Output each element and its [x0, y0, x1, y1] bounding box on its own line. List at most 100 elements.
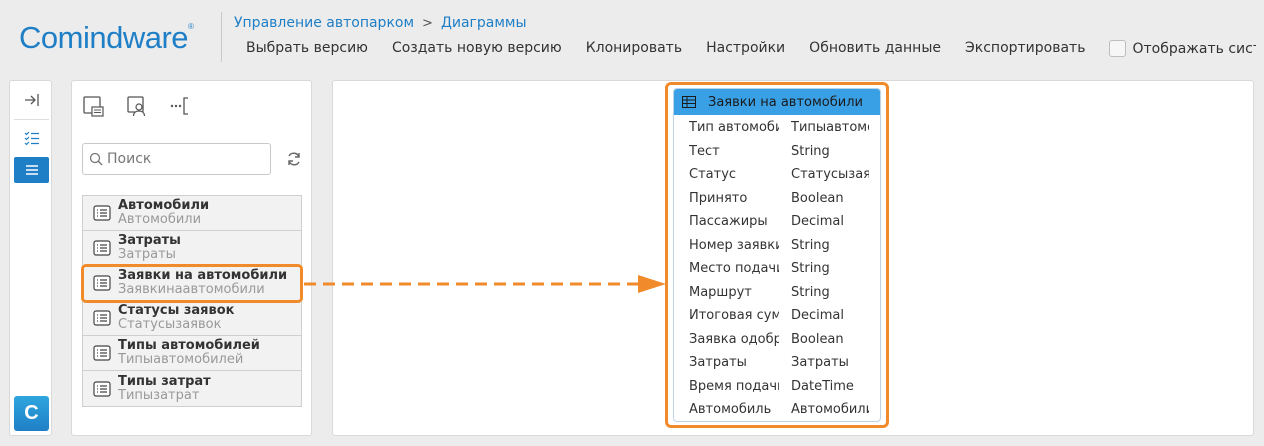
field-row[interactable]: Заявка одобрена Boolean	[674, 329, 880, 352]
entity-alias: Затраты	[118, 247, 176, 262]
field-row[interactable]: Тест String	[674, 141, 880, 164]
table-icon	[682, 96, 696, 108]
field-type: String	[791, 237, 830, 253]
field-name: Затраты	[689, 355, 747, 370]
entity-name: Статусы заявок	[118, 303, 235, 318]
show-system-toggle[interactable]: Отображать системные и	[1109, 40, 1256, 57]
card-header[interactable]: Заявки на автомобили	[674, 89, 880, 115]
diagram-entity-card[interactable]: Заявки на автомобили Тип автомобиля Типыа…	[673, 88, 881, 422]
dots-bracket-icon	[170, 97, 188, 115]
expand-collapse-button[interactable]	[168, 93, 194, 119]
checklist-icon	[24, 131, 39, 145]
field-name: Место подачи	[689, 261, 779, 276]
field-type: Статусызаявок	[791, 167, 869, 182]
comindware-app-button[interactable]: C	[14, 396, 49, 431]
entity-name: Автомобили	[118, 198, 210, 213]
arrow-to-right-icon	[24, 94, 39, 106]
hamburger-list-icon	[25, 165, 38, 175]
field-name: Статус	[689, 167, 737, 182]
app-logo: Comindware®	[19, 20, 194, 55]
field-type: Автомобили	[791, 402, 869, 417]
field-type: Типыавтомобилей	[791, 120, 869, 135]
field-row[interactable]: Итоговая сумма Decimal	[674, 305, 880, 328]
clone-button[interactable]: Клонировать	[586, 40, 682, 57]
entity-list: Автомобили Автомобили Затраты Затраты Заяв…	[81, 195, 303, 407]
add-template-button[interactable]	[80, 93, 106, 119]
entity-name: Затраты	[118, 233, 181, 248]
callout-arrow	[304, 275, 666, 293]
add-account-template-button[interactable]	[124, 93, 150, 119]
breadcrumb-current[interactable]: Диаграммы	[441, 15, 527, 31]
refresh-data-button[interactable]: Обновить данные	[809, 40, 941, 57]
user-template-icon	[127, 96, 146, 117]
field-row[interactable]: Место подачи String	[674, 258, 880, 281]
refresh-button[interactable]	[284, 149, 304, 169]
field-name: Автомобиль	[689, 402, 772, 417]
field-name: Номер заявки	[689, 237, 779, 253]
field-row[interactable]: Затраты Затраты	[674, 352, 880, 375]
field-name: Время подачи	[689, 378, 779, 394]
list-view-button[interactable]	[14, 157, 49, 183]
field-row[interactable]: Принято Boolean	[674, 188, 880, 211]
export-button[interactable]: Экспортировать	[965, 40, 1085, 57]
entity-item[interactable]: Статусы заявок Статусызаявок	[83, 301, 301, 336]
entity-name: Типы затрат	[118, 373, 211, 389]
field-type: Boolean	[791, 190, 844, 206]
entity-item[interactable]: Типы затрат Типызатрат	[83, 371, 301, 406]
entity-alias: Заявкинаавтомобили	[118, 282, 265, 297]
entity-alias: Автомобили	[118, 212, 202, 227]
entity-item[interactable]: Затраты Затраты	[83, 231, 301, 266]
refresh-icon	[288, 152, 300, 166]
create-version-button[interactable]: Создать новую версию	[392, 40, 562, 57]
entity-alias: Типызатрат	[118, 387, 200, 403]
header-divider	[221, 12, 222, 62]
panel-toolbar	[80, 93, 194, 119]
breadcrumb-separator: >	[422, 15, 433, 31]
field-row[interactable]: Маршрут String	[674, 282, 880, 305]
field-name: Тест	[689, 143, 720, 159]
list-template-icon	[93, 240, 111, 256]
list-template-icon	[93, 310, 111, 326]
list-template-icon	[93, 275, 111, 291]
search-box[interactable]	[82, 143, 271, 175]
list-template-icon	[93, 345, 111, 361]
field-name: Маршрут	[689, 284, 752, 300]
field-row[interactable]: Номер заявки String	[674, 235, 880, 258]
list-template-icon	[93, 205, 111, 221]
breadcrumb-parent-link[interactable]: Управление автопарком	[234, 15, 414, 31]
checklist-button[interactable]	[14, 125, 49, 151]
entity-alias: Типыавтомобилей	[118, 352, 244, 367]
select-version-button[interactable]: Выбрать версию	[246, 40, 368, 57]
entity-item-selected[interactable]: Заявки на автомобили Заявкинаавтомобили	[81, 264, 303, 303]
field-type: Decimal	[791, 308, 845, 323]
field-name: Принято	[689, 190, 748, 206]
field-row[interactable]: Автомобиль Автомобили	[674, 399, 880, 421]
toolbar: Выбрать версию Создать новую версию Клон…	[246, 40, 1256, 57]
field-type: String	[791, 143, 830, 159]
field-name: Заявка одобрена	[689, 331, 779, 347]
field-row[interactable]: Статус Статусызаявок	[674, 164, 880, 187]
entities-panel: АвтомобилиАвтомобили ЗатратыЗатраты Заяв…	[71, 80, 312, 436]
left-rail: C	[9, 80, 52, 436]
entity-item[interactable]: Типы автомобилей Типыавтомобилей	[83, 336, 301, 371]
field-name: Пассажиры	[689, 214, 768, 229]
entity-item[interactable]: Автомобили Автомобили	[83, 196, 301, 231]
collapse-rail-button[interactable]	[14, 87, 49, 113]
search-input[interactable]	[107, 151, 267, 167]
field-name: Итоговая сумма	[689, 308, 779, 323]
search-icon	[89, 152, 103, 166]
field-type: Затраты	[791, 355, 849, 370]
field-row[interactable]: Время подачи DateTime	[674, 376, 880, 399]
entity-alias: Статусызаявок	[118, 317, 222, 332]
show-system-checkbox[interactable]	[1109, 40, 1127, 57]
settings-button[interactable]: Настройки	[706, 40, 785, 57]
field-name: Тип автомобиля	[689, 120, 779, 135]
list-template-icon	[93, 380, 111, 397]
field-row[interactable]: Тип автомобиля Типыавтомобилей	[674, 117, 880, 140]
record-template-icon	[83, 96, 104, 117]
show-system-label: Отображать системные и	[1132, 40, 1256, 57]
entity-name: Типы автомобилей	[118, 338, 260, 353]
field-type: Boolean	[791, 331, 844, 347]
field-row[interactable]: Пассажиры Decimal	[674, 211, 880, 234]
field-type: Decimal	[791, 214, 845, 229]
